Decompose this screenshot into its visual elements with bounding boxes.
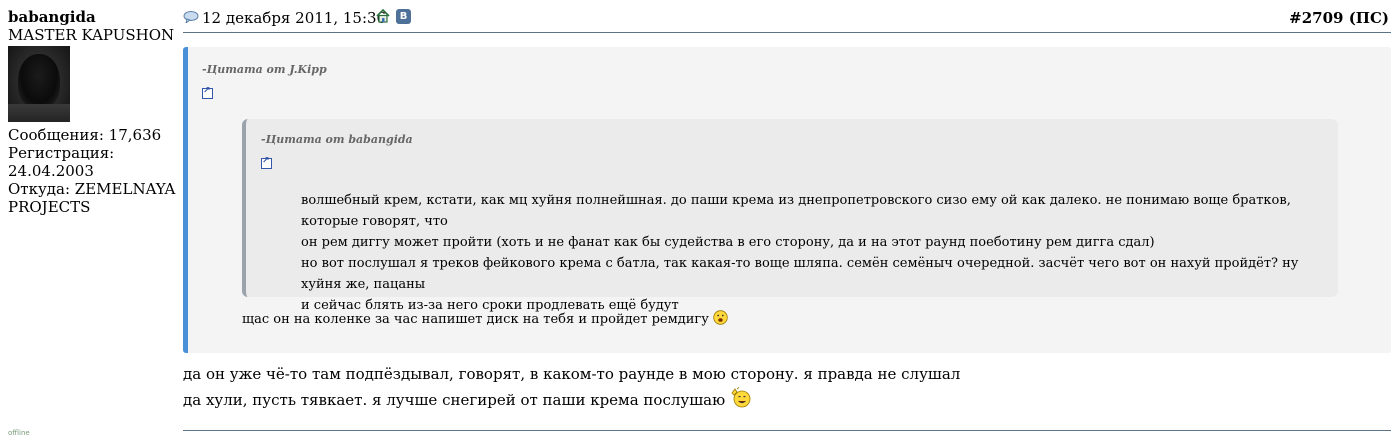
user-post-count: Сообщения: 17,636 [8,126,162,144]
quote-link-icon[interactable] [202,86,213,99]
post-number[interactable]: #2709 [1289,9,1343,27]
quote-inner-text: волшебный крем, кстати, как мц хуйня пол… [301,190,1311,316]
post-body-line: да хули, пусть тявкает. я лучше снегирей… [183,391,726,409]
quote-link-icon[interactable] [261,156,272,169]
post-header: 12 декабря 2011, 15:36 В #2709 (ПС) [183,6,1391,33]
post-body: да он уже чё-то там подпёздывал, говорят… [183,361,960,413]
quote-outer-reply-text: щас он на коленке за час напишет диск на… [242,312,709,327]
clapping-smiley-icon [731,387,751,408]
offline-status-badge: offline [8,429,30,437]
post-date: 12 декабря 2011, 15:36 [202,9,387,27]
quote-inner-line: волшебный крем, кстати, как мц хуйня пол… [301,193,1291,229]
post-number-link[interactable]: #2709 (ПС) [1289,9,1389,27]
quote-block-outer: -Цитата от J.Kipp -Цитата от babangida в… [183,47,1391,353]
quote-author-outer: -Цитата от J.Kipp [202,63,327,76]
user-title: MASTER KAPUSHON [8,26,175,44]
user-registration-date: Регистрация: 24.04.2003 [8,144,115,180]
quote-author-inner: -Цитата от babangida [261,133,413,146]
ps-link[interactable]: (ПС) [1349,9,1389,27]
quote-block-inner: -Цитата от babangida волшебный крем, кст… [242,119,1338,313]
home-icon[interactable] [376,9,390,23]
post-body-line-with-smiley: да хули, пусть тявкает. я лучше снегирей… [183,387,960,413]
quote-inner-line: он рем диггу может пройти (хоть и не фан… [301,235,1155,250]
quote-inner-line: но вот послушал я треков фейкового крема… [301,256,1299,292]
post-separator [183,430,1391,431]
user-location: Откуда: ZEMELNAYA [8,180,176,198]
user-info-column: babangida MASTER KAPUSHON Сообщения: 17,… [8,8,178,216]
quote-outer-reply: щас он на коленке за час напишет диск на… [242,310,728,327]
surprised-smiley-icon [713,310,728,325]
username-link[interactable]: babangida [8,8,178,26]
vk-icon[interactable]: В [396,9,411,24]
avatar[interactable] [8,46,70,122]
speech-bubble-icon [183,11,199,23]
post-body-line: да он уже чё-то там подпёздывал, говорят… [183,365,961,383]
user-location-continued: PROJECTS [8,198,91,216]
